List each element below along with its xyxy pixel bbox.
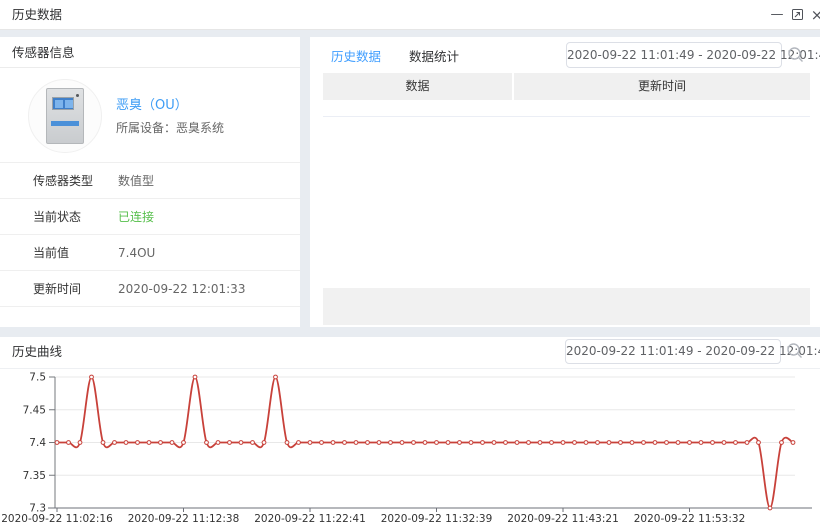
svg-text:7.45: 7.45	[23, 404, 46, 416]
maximize-icon	[792, 9, 803, 20]
column-header-data: 数据	[323, 73, 512, 100]
curve-date-range-input[interactable]: 2020-09-22 11:01:49 - 2020-09-22 12:01:4…	[565, 339, 781, 364]
svg-text:7.5: 7.5	[29, 372, 46, 384]
row-value: 7.4OU	[118, 235, 155, 271]
sensor-avatar	[28, 79, 102, 153]
search-button[interactable]	[787, 46, 805, 64]
sensor-row-status: 当前状态 已连接	[0, 199, 300, 235]
svg-text:7.35: 7.35	[23, 470, 46, 482]
row-label: 传感器类型	[33, 163, 93, 199]
row-value: 数值型	[118, 163, 154, 199]
sensor-name: 恶臭（OU）	[116, 94, 188, 113]
svg-text:2020-09-22 11:53:32: 2020-09-22 11:53:32	[634, 513, 746, 525]
minimize-button[interactable]: —	[767, 0, 787, 30]
window-title: 历史数据	[12, 0, 62, 30]
history-table: 数据 更新时间	[323, 73, 810, 117]
sensor-detail-rows: 传感器类型 数值型 当前状态 已连接 当前值 7.4OU 更新时间 2020-0…	[0, 162, 300, 307]
search-icon	[787, 46, 805, 64]
svg-text:7.4: 7.4	[29, 437, 46, 449]
svg-text:2020-09-22 11:02:16: 2020-09-22 11:02:16	[1, 513, 113, 525]
column-header-update-time: 更新时间	[514, 73, 810, 100]
sensor-row-current-value: 当前值 7.4OU	[0, 235, 300, 271]
svg-text:2020-09-22 11:43:21: 2020-09-22 11:43:21	[507, 513, 619, 525]
window-controls: — ×	[767, 0, 820, 30]
device-image-icon	[46, 88, 84, 144]
row-label: 更新时间	[33, 271, 81, 307]
close-button[interactable]: ×	[807, 0, 820, 30]
svg-text:2020-09-22 11:12:38: 2020-09-22 11:12:38	[128, 513, 240, 525]
curve-panel-title: 历史曲线	[12, 337, 62, 367]
history-data-panel: 历史数据 数据统计 2020-09-22 11:01:49 - 2020-09-…	[310, 37, 820, 327]
row-label: 当前状态	[33, 199, 81, 235]
table-row	[323, 100, 810, 117]
history-line-chart: 7.57.457.47.357.32020-09-22 11:02:162020…	[0, 369, 820, 525]
sensor-row-type: 传感器类型 数值型	[0, 163, 300, 199]
sensor-device: 所属设备：恶臭系统	[116, 119, 224, 136]
sensor-panel-title: 传感器信息	[0, 37, 300, 68]
svg-text:2020-09-22 11:22:41: 2020-09-22 11:22:41	[254, 513, 366, 525]
svg-text:2020-09-22 11:32:39: 2020-09-22 11:32:39	[381, 513, 493, 525]
search-icon	[786, 342, 804, 360]
table-header: 数据 更新时间	[323, 73, 810, 100]
date-range-input[interactable]: 2020-09-22 11:01:49 - 2020-09-22 12:01:4…	[566, 42, 782, 68]
maximize-button[interactable]	[787, 0, 807, 30]
sensor-info-panel: 传感器信息 恶臭（OU） 所属设备：恶臭系统 传感器类型 数值型 当前状态 已连…	[0, 37, 300, 327]
titlebar: 历史数据 — ×	[0, 0, 820, 30]
pagination-area	[323, 288, 810, 325]
sensor-row-update-time: 更新时间 2020-09-22 12:01:33	[0, 271, 300, 307]
row-value: 2020-09-22 12:01:33	[118, 271, 245, 307]
history-curve-panel: 历史曲线 2020-09-22 11:01:49 - 2020-09-22 12…	[0, 337, 820, 525]
status-badge: 已连接	[118, 199, 154, 235]
curve-search-button[interactable]	[786, 342, 804, 360]
row-label: 当前值	[33, 235, 69, 271]
